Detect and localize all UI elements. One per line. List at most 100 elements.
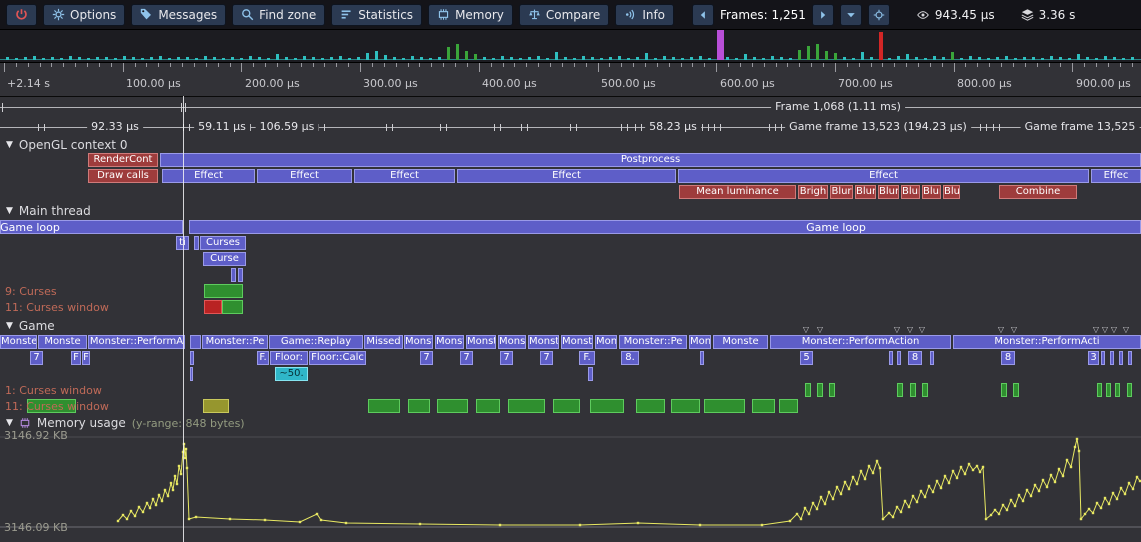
zone-bar[interactable] [408, 399, 430, 413]
zone-bar[interactable]: Effec [1091, 169, 1141, 183]
zone-bar[interactable]: Effect [162, 169, 255, 183]
zone-bar[interactable]: 7 [460, 351, 473, 365]
zone-bar[interactable] [1115, 383, 1120, 397]
zone-bar[interactable] [590, 399, 624, 413]
zone-bar[interactable] [190, 367, 193, 381]
zone-bar[interactable]: ~50. [275, 367, 308, 381]
zone-bar[interactable]: Blur [855, 185, 876, 199]
zone-bar[interactable]: 7 [500, 351, 513, 365]
zone-bar[interactable]: Monste [38, 335, 87, 349]
zone-bar[interactable]: 8 [908, 351, 922, 365]
zone-bar[interactable] [194, 236, 199, 250]
zone-bar[interactable]: 7 [540, 351, 553, 365]
zone-bar[interactable]: Effect [457, 169, 676, 183]
zone-bar[interactable] [671, 399, 700, 413]
zone-bar[interactable]: Blur [922, 185, 941, 199]
section-header-main-thread[interactable]: ▼Main thread [6, 204, 91, 218]
zone-bar[interactable]: Blur [878, 185, 899, 199]
zone-bar[interactable]: 8 [1001, 351, 1015, 365]
zone-bar[interactable]: 7 [30, 351, 43, 365]
zone-bar[interactable]: Monst [466, 335, 496, 349]
zone-bar[interactable]: Curses [200, 236, 246, 250]
zone-bar[interactable]: RenderCont [88, 153, 158, 167]
zone-bar[interactable]: Monst [404, 335, 433, 349]
zone-bar[interactable]: Brigh [798, 185, 828, 199]
section-header-opengl-context-0[interactable]: ▼OpenGL context 0 [6, 138, 127, 152]
collapsed-zone-marker[interactable]: ▽ [1102, 326, 1108, 334]
zone-bar[interactable] [231, 268, 236, 282]
zone-bar[interactable]: Monster::PerformA [88, 335, 185, 349]
zone-bar[interactable]: 3 [1088, 351, 1099, 365]
zone-bar[interactable]: Monste [561, 335, 593, 349]
collapsed-zone-marker[interactable]: ▽ [894, 326, 900, 334]
zone-bar[interactable] [897, 351, 901, 365]
zone-bar[interactable]: Monster::Pe [619, 335, 687, 349]
zone-bar[interactable]: Effect [354, 169, 455, 183]
zone-bar[interactable]: Monst [498, 335, 526, 349]
zone-bar[interactable]: Curse [203, 252, 246, 266]
zone-bar[interactable]: F. [579, 351, 595, 365]
zone-bar[interactable]: Blur [943, 185, 960, 199]
zone-bar[interactable] [0, 220, 183, 234]
zone-bar[interactable] [922, 383, 928, 397]
zone-bar[interactable]: Floor::Calc [309, 351, 366, 365]
zone-bar[interactable] [222, 300, 243, 314]
zone-bar[interactable] [508, 399, 545, 413]
zone-bar[interactable]: Game::Replay [269, 335, 363, 349]
zone-bar[interactable] [368, 399, 400, 413]
zone-bar[interactable] [189, 220, 1141, 234]
zone-bar[interactable]: Monster::PerformAction [770, 335, 951, 349]
collapsed-zone-marker[interactable]: ▽ [1123, 326, 1129, 334]
zone-bar[interactable] [1097, 383, 1102, 397]
collapsed-zone-marker[interactable]: ▽ [1093, 326, 1099, 334]
zone-bar[interactable] [1001, 383, 1007, 397]
zone-bar[interactable]: 7 [420, 351, 433, 365]
zone-bar[interactable]: Missed [364, 335, 403, 349]
collapsed-zone-marker[interactable]: ▽ [1111, 326, 1117, 334]
zone-bar[interactable] [588, 367, 593, 381]
zone-bar[interactable] [238, 268, 243, 282]
zone-bar[interactable] [1101, 351, 1105, 365]
zone-bar[interactable] [204, 284, 243, 298]
zone-bar[interactable]: Monster::PerformActi [953, 335, 1141, 349]
zone-bar[interactable] [553, 399, 580, 413]
zone-bar[interactable] [636, 399, 665, 413]
zone-bar[interactable] [1119, 351, 1123, 365]
zone-bar[interactable]: Blur [830, 185, 853, 199]
zone-bar[interactable] [1106, 383, 1111, 397]
zone-bar[interactable] [805, 383, 811, 397]
zone-bar[interactable]: Combine [999, 185, 1077, 199]
zone-bar[interactable] [700, 351, 704, 365]
zone-bar[interactable]: Monst [435, 335, 464, 349]
section-header-game[interactable]: ▼Game [6, 319, 55, 333]
zone-bar[interactable] [190, 351, 194, 365]
zone-bar[interactable] [817, 383, 823, 397]
zone-bar[interactable]: F [71, 351, 81, 365]
collapsed-zone-marker[interactable]: ▽ [919, 326, 925, 334]
zone-bar[interactable] [930, 351, 934, 365]
zone-bar[interactable] [203, 399, 229, 413]
zone-bar[interactable]: 5 [800, 351, 813, 365]
zone-bar[interactable]: Monst [528, 335, 559, 349]
zone-bar[interactable]: F. [257, 351, 269, 365]
collapsed-zone-marker[interactable]: ▽ [1011, 326, 1017, 334]
zone-bar[interactable]: Monster::Pe [202, 335, 268, 349]
zone-bar[interactable] [779, 399, 798, 413]
zone-bar[interactable] [889, 351, 893, 365]
zone-bar[interactable]: F [82, 351, 90, 365]
zone-bar[interactable] [752, 399, 775, 413]
collapsed-zone-marker[interactable]: ▽ [803, 326, 809, 334]
zone-bar[interactable]: Postprocess [160, 153, 1141, 167]
zone-bar[interactable]: Monste [713, 335, 768, 349]
zone-bar[interactable]: Mean luminance [679, 185, 796, 199]
zone-bar[interactable] [437, 399, 468, 413]
zone-bar[interactable] [204, 300, 222, 314]
zone-bar[interactable]: 8. [621, 351, 639, 365]
zone-bar[interactable] [910, 383, 916, 397]
zone-bar[interactable]: Mons [595, 335, 617, 349]
section-header-memory-usage[interactable]: ▼Memory usage(y-range: 848 bytes) [6, 416, 245, 430]
zone-bar[interactable] [1128, 351, 1132, 365]
collapsed-zone-marker[interactable]: ▽ [817, 326, 823, 334]
zone-bar[interactable] [476, 399, 500, 413]
zone-bar[interactable]: Effect [257, 169, 352, 183]
